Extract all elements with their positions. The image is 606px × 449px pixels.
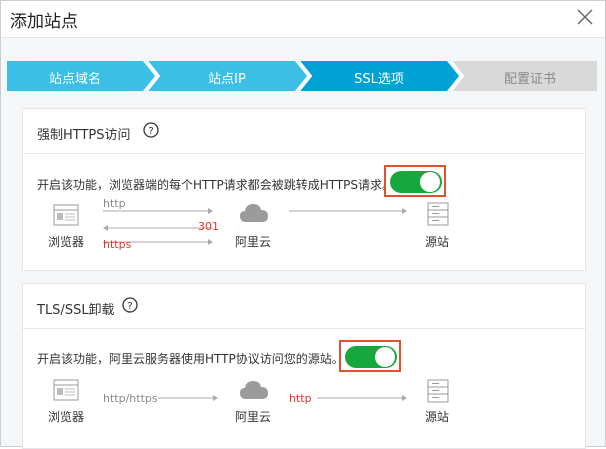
step-domain: 站点域名 bbox=[7, 61, 155, 91]
server-icon bbox=[427, 379, 449, 403]
force-https-toggle[interactable] bbox=[384, 165, 446, 197]
close-icon[interactable] bbox=[575, 7, 595, 27]
origin-arrow bbox=[317, 395, 407, 401]
toggle-knob bbox=[420, 172, 440, 192]
origin-arrow bbox=[289, 208, 407, 214]
browser-label: 浏览器 bbox=[48, 410, 85, 424]
cloud-icon bbox=[240, 204, 268, 222]
step-certificate: 配置证书 bbox=[451, 61, 597, 91]
redirect-301-label: 301 bbox=[198, 220, 219, 233]
section-description: 开启该功能，阿里云服务器使用HTTP协议访问您的源站。 bbox=[37, 352, 344, 366]
wizard-steps: 站点域名 站点IP SSL选项 配置证书 bbox=[7, 61, 597, 91]
https-label: https bbox=[103, 238, 132, 251]
origin-protocol-label: http bbox=[289, 392, 312, 405]
browser-label: 浏览器 bbox=[48, 235, 85, 249]
browser-icon bbox=[53, 379, 79, 401]
add-site-dialog: 添加站点 站点域名 站点IP SSL选项 配置证书 强制HTTPS访问 ? 开启… bbox=[0, 0, 606, 449]
toggle-knob bbox=[375, 347, 395, 367]
aliyun-label: 阿里云 bbox=[235, 235, 272, 249]
browser-icon bbox=[53, 204, 79, 226]
server-icon bbox=[427, 202, 449, 226]
dialog-title: 添加站点 bbox=[10, 12, 78, 32]
tls-offload-toggle[interactable] bbox=[339, 340, 401, 372]
help-icon[interactable]: ? bbox=[122, 297, 138, 313]
cloud-icon bbox=[240, 381, 268, 399]
origin-label: 源站 bbox=[425, 410, 450, 424]
tls-ssl-offload-section: TLS/SSL卸载 ? 开启该功能，阿里云服务器使用HTTP协议访问您的源站。 … bbox=[22, 283, 586, 449]
svg-text:?: ? bbox=[127, 301, 132, 312]
force-https-section: 强制HTTPS访问 ? 开启该功能，浏览器端的每个HTTP请求都会被跳转成HTT… bbox=[22, 108, 586, 271]
help-icon[interactable]: ? bbox=[143, 122, 159, 138]
dialog-header: 添加站点 bbox=[1, 1, 605, 38]
aliyun-label: 阿里云 bbox=[235, 410, 272, 424]
step-certificate-label: 配置证书 bbox=[503, 72, 556, 87]
svg-text:?: ? bbox=[148, 126, 153, 137]
step-ip-label: 站点IP bbox=[208, 72, 246, 87]
client-arrow bbox=[158, 395, 218, 401]
section-header: 强制HTTPS访问 ? bbox=[23, 109, 585, 154]
step-ip: 站点IP bbox=[147, 61, 307, 91]
section-title: TLS/SSL卸载 bbox=[37, 303, 115, 318]
step-ssl-label: SSL选项 bbox=[354, 72, 404, 87]
origin-label: 源站 bbox=[425, 235, 450, 249]
section-header: TLS/SSL卸载 ? bbox=[23, 284, 585, 329]
section-description: 开启该功能，浏览器端的每个HTTP请求都会被跳转成HTTPS请求。 bbox=[37, 178, 395, 192]
section-title: 强制HTTPS访问 bbox=[37, 128, 131, 143]
step-ssl: SSL选项 bbox=[299, 61, 459, 91]
client-protocol-label: http/https bbox=[103, 392, 158, 405]
dialog-body: 站点域名 站点IP SSL选项 配置证书 强制HTTPS访问 ? 开启该功能，浏… bbox=[1, 38, 605, 449]
step-domain-label: 站点域名 bbox=[48, 72, 101, 87]
